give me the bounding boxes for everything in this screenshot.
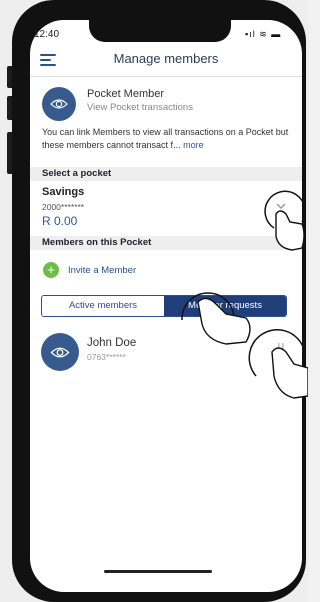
select-pocket-heading: Select a pocket (30, 167, 302, 181)
description-text: You can link Members to view all transac… (42, 127, 289, 150)
pocket-member-subtitle: View Pocket transactions (87, 102, 193, 113)
more-link[interactable]: more (183, 140, 204, 150)
status-time: 12:40 (34, 29, 60, 40)
page-title: Manage members (113, 51, 219, 66)
chevron-down-icon[interactable] (275, 200, 287, 212)
tab-member-requests[interactable]: Member requests (164, 296, 286, 316)
plus-icon[interactable]: + (43, 262, 59, 278)
pocket-balance: R 0.00 (42, 214, 78, 228)
pocket-member-description: You can link Members to view all transac… (42, 126, 292, 152)
member-name: John Doe (87, 337, 137, 349)
tab-active-members[interactable]: Active members (42, 296, 164, 316)
members-heading: Members on this Pocket (30, 236, 302, 250)
vertical-dots-icon[interactable] (276, 341, 286, 355)
member-phone: 0763****** (87, 352, 126, 362)
member-avatar (41, 333, 79, 371)
status-icons: ▪ıl ≋ ▬ (245, 29, 282, 39)
pocket-member-avatar (42, 87, 76, 121)
pocket-account-number: 2000******* (42, 202, 85, 212)
invite-member-button[interactable]: Invite a Member (68, 265, 136, 276)
notch (89, 20, 231, 42)
pocket-member-title: Pocket Member (87, 88, 165, 100)
home-indicator (104, 570, 212, 573)
eye-icon (50, 99, 68, 109)
member-tabs: Active members Member requests (41, 295, 287, 317)
pocket-name: Savings (42, 186, 85, 198)
eye-icon (50, 347, 70, 357)
app-header: Manage members (30, 45, 302, 77)
